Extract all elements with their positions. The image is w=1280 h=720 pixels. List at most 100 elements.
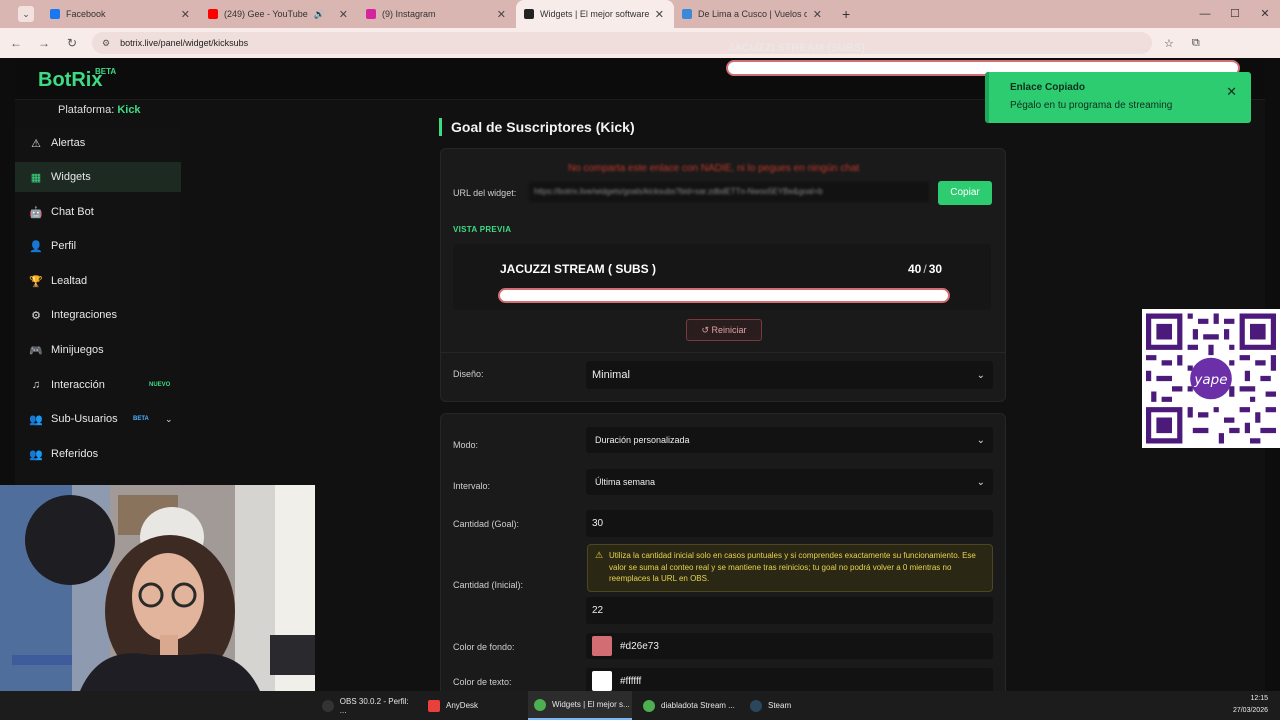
interval-select[interactable]: Última semana ⌄	[586, 469, 993, 495]
bg-color-input[interactable]: #d26e73	[586, 633, 993, 659]
tab-search-icon[interactable]: ⌄	[18, 6, 34, 22]
new-tab-button[interactable]: +	[842, 6, 850, 22]
trophy-icon: 🏆	[29, 275, 43, 288]
chevron-down-icon: ⌄	[976, 369, 985, 381]
sidebar-item-minijuegos[interactable]: 🎮 Minijuegos	[15, 335, 181, 365]
overlay-goal-title: JACUZZI STREAM (SUBS)	[728, 42, 865, 54]
flight-icon	[682, 9, 692, 19]
window-controls: — ☐ ✕	[1190, 0, 1280, 28]
mode-select[interactable]: Duración personalizada ⌄	[586, 427, 993, 453]
tab-instagram[interactable]: (9) Instagram ✕	[358, 0, 516, 28]
taskbar-chrome-stream[interactable]: diabladota Stream ...	[637, 691, 741, 720]
copy-button[interactable]: Copiar	[938, 181, 992, 205]
toast-message: Pégalo en tu programa de streaming	[1010, 100, 1173, 111]
facebook-icon	[50, 9, 60, 19]
music-note-icon: ♫	[31, 379, 41, 391]
address-bar-row: ← → ↻ ⚙ botrix.live/panel/widget/kicksub…	[0, 28, 1280, 58]
site-info-icon[interactable]: ⚙	[102, 38, 110, 49]
divider	[441, 352, 1005, 353]
chrome-icon	[643, 699, 655, 712]
webcam-image	[0, 485, 315, 691]
youtube-icon	[208, 9, 218, 19]
chevron-down-icon: ⌄	[976, 434, 985, 446]
yape-qr-code: yape	[1142, 309, 1280, 448]
users-icon: 👥	[29, 413, 43, 426]
text-color-input[interactable]: #ffffff	[586, 668, 993, 691]
text-color-swatch[interactable]	[592, 671, 612, 691]
beta-badge: BETA	[95, 67, 117, 76]
security-warning: No comparta este enlace con NADIE, ni lo…	[568, 163, 860, 174]
sidebar-item-alertas[interactable]: ⚠ Alertas	[15, 128, 181, 158]
taskbar-steam[interactable]: Steam	[744, 691, 804, 720]
sidebar-item-interaccion[interactable]: ♫ Interacción NUEVO	[15, 370, 181, 400]
tab-youtube[interactable]: (249) Gee - YouTube 🔊 ✕	[200, 0, 358, 28]
close-tab-icon[interactable]: ✕	[339, 8, 348, 21]
chevron-down-icon: ⌄	[976, 476, 985, 488]
gamepad-icon: 🎮	[29, 344, 43, 357]
taskbar-obs[interactable]: OBS 30.0.2 - Perfil: ...	[316, 691, 416, 720]
obs-icon	[322, 699, 334, 712]
sidebar-item-referidos[interactable]: 👥 Referidos	[15, 439, 181, 469]
widgets-grid-icon: ▦	[30, 171, 42, 184]
reload-icon[interactable]: ↻	[60, 36, 84, 50]
tab-flights[interactable]: De Lima a Cusco | Vuelos de Gi ✕	[674, 0, 832, 28]
preview-goal-title: JACUZZI STREAM ( SUBS )	[500, 262, 656, 276]
beta-badge: BETA	[133, 416, 149, 422]
reset-button[interactable]: ↺ Reiniciar	[686, 319, 762, 341]
anydesk-icon	[428, 699, 440, 712]
page-title: Goal de Suscriptores (Kick)	[439, 118, 635, 136]
speaker-icon[interactable]: 🔊	[314, 9, 325, 20]
platform-indicator: Plataforma: Kick	[58, 104, 141, 116]
preview-progress-bar	[498, 288, 950, 303]
referrals-icon: 👥	[29, 448, 43, 461]
url-bar[interactable]: ⚙ botrix.live/panel/widget/kicksubs	[92, 32, 1152, 54]
bookmark-star-icon[interactable]: ☆	[1164, 37, 1174, 50]
close-tab-icon[interactable]: ✕	[181, 8, 190, 21]
widget-url-field[interactable]: https://botrix.live/widgets/goals/kicksu…	[529, 182, 929, 202]
close-tab-icon[interactable]: ✕	[813, 8, 822, 21]
close-icon[interactable]: ✕	[1226, 84, 1237, 100]
close-window-icon[interactable]: ✕	[1250, 0, 1280, 28]
mode-label: Modo:	[453, 440, 479, 450]
robot-icon: 🤖	[29, 206, 43, 219]
sidebar-item-sub-usuarios[interactable]: 👥 Sub-Usuarios BETA ⌄	[15, 404, 181, 434]
goal-preview: JACUZZI STREAM ( SUBS ) 40/30	[453, 244, 991, 310]
text-color-label: Color de texto:	[453, 677, 512, 687]
chevron-down-icon[interactable]: ⌄	[165, 414, 173, 425]
sidebar-item-widgets[interactable]: ▦ Widgets	[15, 162, 181, 192]
sidebar-item-integraciones[interactable]: ⚙ Integraciones	[15, 300, 181, 330]
sidebar-item-chat-bot[interactable]: 🤖 Chat Bot	[15, 197, 181, 227]
back-icon[interactable]: ←	[4, 36, 28, 50]
taskbar-anydesk[interactable]: AnyDesk	[422, 691, 522, 720]
close-tab-icon[interactable]: ✕	[497, 8, 506, 21]
design-label: Diseño:	[453, 369, 484, 379]
design-select[interactable]: Minimal ⌄	[586, 361, 993, 389]
steam-icon	[750, 699, 762, 712]
botrix-icon	[524, 9, 534, 19]
sidebar-item-perfil[interactable]: 👤 Perfil	[15, 231, 181, 261]
qr-code-icon: yape	[1146, 313, 1276, 444]
gear-icon: ⚙	[31, 309, 41, 322]
widget-url-card: No comparta este enlace con NADIE, ni lo…	[440, 148, 1006, 402]
system-clock[interactable]: 12:15 27/03/2026	[1233, 693, 1268, 717]
preview-goal-count: 40/30	[908, 262, 943, 276]
bg-color-label: Color de fondo:	[453, 642, 515, 652]
taskbar-chrome-widgets[interactable]: Widgets | El mejor s...	[528, 691, 632, 720]
goal-amount-label: Cantidad (Goal):	[453, 519, 520, 529]
sidebar-item-lealtad[interactable]: 🏆 Lealtad	[15, 266, 181, 296]
minimize-icon[interactable]: —	[1190, 0, 1220, 28]
goal-amount-input[interactable]: 30	[586, 510, 993, 537]
close-tab-icon[interactable]: ✕	[655, 8, 664, 21]
toast-title: Enlace Copiado	[1010, 82, 1086, 93]
url-widget-label: URL del widget:	[453, 188, 517, 198]
tab-widgets[interactable]: Widgets | El mejor software par ✕	[516, 0, 674, 28]
bg-color-swatch[interactable]	[592, 636, 612, 656]
botrix-logo[interactable]: BotRix BETA	[38, 67, 116, 92]
warning-icon: ⚠	[595, 550, 604, 560]
webcam-feed	[0, 485, 315, 691]
initial-amount-input[interactable]: 22	[586, 597, 993, 624]
forward-icon[interactable]: →	[32, 36, 56, 50]
maximize-icon[interactable]: ☐	[1220, 0, 1250, 28]
chrome-icon	[534, 698, 546, 711]
tab-facebook[interactable]: Facebook ✕	[42, 0, 200, 28]
